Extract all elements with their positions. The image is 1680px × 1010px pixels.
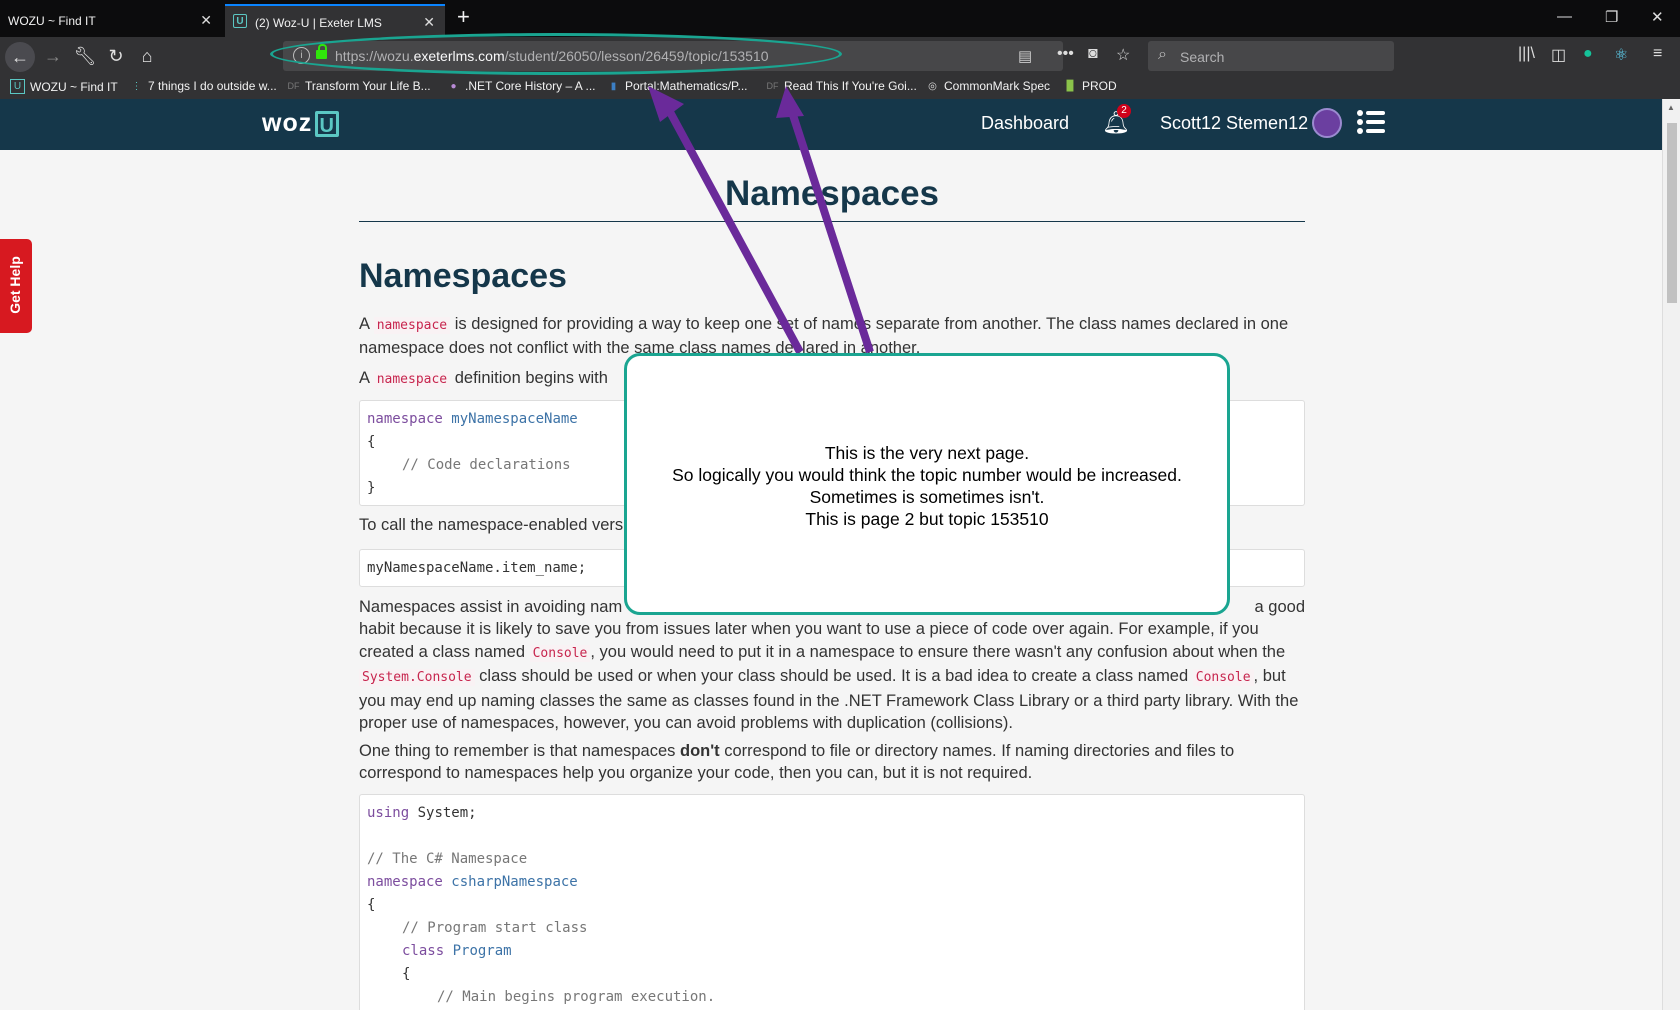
page-actions-icon[interactable]: •••: [1057, 45, 1074, 63]
prod-icon: ▉: [1066, 80, 1075, 92]
wozu-logo[interactable]: woz U: [262, 109, 340, 138]
home-icon[interactable]: ⌂: [134, 43, 160, 69]
restore-button[interactable]: ❐: [1605, 8, 1618, 26]
section-heading: Namespaces: [359, 257, 567, 295]
forward-arrow-icon[interactable]: →: [40, 43, 66, 69]
new-tab-button[interactable]: +: [457, 4, 470, 30]
search-placeholder: Search: [1180, 49, 1225, 65]
bookmark-item[interactable]: ● .NET Core History – A ...: [447, 79, 595, 93]
bookmark-item[interactable]: ▮ Portal:Mathematics/P...: [607, 79, 748, 93]
back-arrow-icon[interactable]: ←: [5, 42, 35, 72]
bookmark-item[interactable]: DF Transform Your Life B...: [287, 79, 431, 93]
page-scrollbar[interactable]: ▲: [1662, 99, 1680, 1010]
bookmark-star-icon[interactable]: ☆: [1116, 45, 1130, 65]
search-icon: ⌕: [1158, 46, 1167, 63]
code-block: using System; // The C# Namespace namesp…: [359, 794, 1305, 1010]
library-icon[interactable]: |||\: [1518, 45, 1535, 63]
tab-close-icon[interactable]: ✕: [200, 12, 212, 29]
scrollbar-thumb[interactable]: [1667, 123, 1677, 303]
url-highlight-ellipse: [270, 33, 842, 75]
df-icon: DF: [287, 80, 300, 91]
get-help-button[interactable]: Get Help: [0, 239, 32, 333]
wozu-favicon-icon: U: [233, 14, 247, 28]
ladder-icon: ⋮: [131, 80, 142, 92]
dotnet-icon: ●: [450, 80, 457, 92]
tab-title: WOZU ~ Find IT: [8, 13, 96, 28]
pocket-icon[interactable]: ◙: [1088, 45, 1098, 63]
bookmark-item[interactable]: DF Read This If You're Goi...: [766, 79, 917, 93]
bookmarks-toolbar: U WOZU ~ Find IT ⋮ 7 things I do outside w…: [0, 75, 1680, 99]
avatar[interactable]: [1312, 108, 1342, 138]
tab-close-icon[interactable]: ✕: [423, 14, 435, 31]
tab-title: (2) Woz-U | Exeter LMS: [255, 15, 382, 30]
bookmark-item[interactable]: ⋮ 7 things I do outside w...: [130, 79, 277, 93]
notification-badge: 2: [1117, 104, 1131, 118]
bookmark-item[interactable]: ◎ CommonMark Spec: [926, 79, 1050, 93]
window-close-button[interactable]: ✕: [1651, 8, 1664, 26]
wrench-icon[interactable]: 🔧︎: [72, 43, 98, 69]
bookmark-item[interactable]: ▉ PROD: [1064, 79, 1117, 93]
dashboard-link[interactable]: Dashboard: [981, 113, 1069, 134]
bar-chart-icon: ▮: [610, 80, 617, 92]
annotation-callout: This is the very next page. So logically…: [624, 353, 1230, 615]
user-name[interactable]: Scott12 Stemen12: [1160, 113, 1308, 134]
reload-icon[interactable]: ↻: [103, 43, 129, 69]
hamburger-menu-icon[interactable]: ≡: [1653, 45, 1662, 63]
callout-text: This is the very next page. So logically…: [672, 443, 1182, 529]
tab-wozu-find-it[interactable]: WOZU ~ Find IT ✕: [0, 4, 222, 37]
search-input[interactable]: ⌕ Search: [1148, 41, 1394, 71]
df-icon: DF: [766, 80, 779, 91]
page-title: Namespaces: [724, 174, 940, 213]
tab-strip: WOZU ~ Find IT ✕ U (2) Woz-U | Exeter LM…: [0, 0, 1680, 39]
tab-exeter-lms[interactable]: U (2) Woz-U | Exeter LMS ✕: [225, 4, 445, 39]
grammarly-icon[interactable]: ●: [1583, 45, 1593, 63]
reader-view-icon[interactable]: ▤: [1018, 47, 1032, 65]
sidebar-icon[interactable]: ◫: [1551, 45, 1566, 65]
scroll-up-arrow-icon[interactable]: ▲: [1667, 103, 1675, 112]
title-divider: [359, 221, 1305, 222]
wozu-icon: U: [10, 79, 25, 94]
globe-icon: ◎: [928, 80, 937, 92]
react-devtools-icon[interactable]: ⚛: [1614, 45, 1628, 65]
minimize-button[interactable]: —: [1557, 8, 1572, 25]
list-menu-icon[interactable]: [1357, 110, 1385, 138]
bookmark-item[interactable]: U WOZU ~ Find IT: [10, 79, 118, 94]
paragraph: Namespaces assist in avoiding nam a good…: [359, 598, 1305, 733]
site-header: woz U Dashboard 🔔︎ 2 Scott12 Stemen12: [0, 99, 1662, 150]
paragraph: One thing to remember is that namespaces…: [359, 742, 1235, 783]
